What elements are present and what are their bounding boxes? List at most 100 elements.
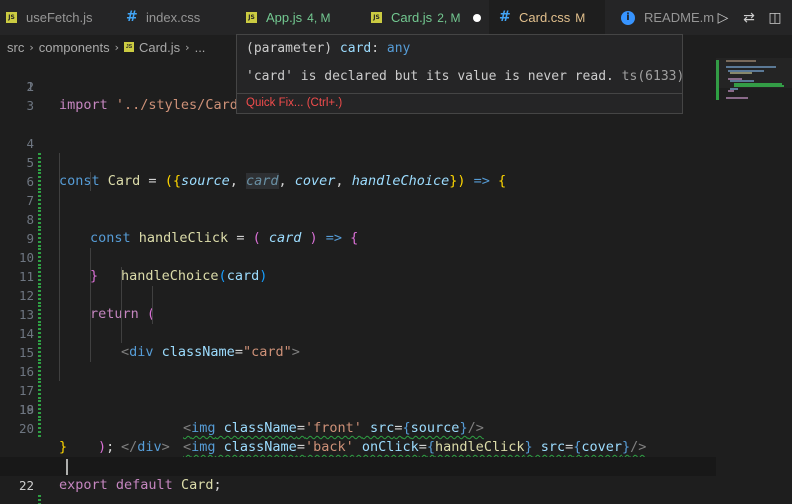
- tab-status: 4, M: [307, 10, 331, 25]
- tab-label: Card.js: [391, 10, 433, 25]
- tab-usefetch[interactable]: JS useFetch.js: [6, 0, 92, 35]
- indent-guide: [59, 153, 60, 172]
- info-icon: i: [621, 10, 635, 25]
- tab-app-js[interactable]: JS App.js 4, M: [246, 0, 330, 35]
- code-editor[interactable]: 1 import '../styles/Card. 2 3 4 const Ca…: [0, 58, 716, 504]
- current-line[interactable]: 22: [0, 457, 716, 504]
- indent-guide: [90, 172, 91, 191]
- editor-tab-bar: JS useFetch.js # index.css JS App.js 4, …: [0, 0, 792, 35]
- breadcrumb-components[interactable]: components: [39, 40, 110, 55]
- breadcrumb-src[interactable]: src: [7, 40, 24, 55]
- split-editor-icon[interactable]: ◫: [762, 10, 788, 26]
- minimap-line: [726, 97, 748, 99]
- keyword: export: [59, 477, 108, 493]
- code-line: 8 }: [0, 191, 716, 284]
- indent-guide: [121, 286, 122, 305]
- code-line: 9: [0, 210, 716, 267]
- diagnostic-code[interactable]: ts(6133): [614, 69, 685, 84]
- indent-guide: [121, 324, 122, 343]
- code-line: 10 return (: [0, 229, 716, 322]
- chevron-right-icon: ›: [114, 40, 119, 54]
- semicolon: ;: [213, 477, 222, 493]
- indent-guide: [90, 248, 91, 267]
- hover-symbol: card: [339, 41, 372, 56]
- tab-label: README.m: [644, 10, 715, 25]
- editor-actions: ▷ ⇄ ◫: [710, 0, 788, 35]
- line-number: 20: [18, 421, 34, 436]
- indent-guide: [152, 286, 153, 305]
- javascript-file-icon: JS: [371, 12, 382, 23]
- scrollbar-thumb[interactable]: [716, 58, 792, 88]
- code-line: 11 <div className="card">: [0, 248, 716, 360]
- javascript-file-icon: JS: [246, 12, 257, 23]
- indent-guide: [59, 324, 60, 343]
- diagnostic-message: 'card' is declared but its value is neve…: [246, 69, 614, 84]
- tab-card-js[interactable]: JS Card.js 2, M: [371, 0, 481, 35]
- quick-fix-link[interactable]: Quick Fix... (Ctrl+.): [246, 97, 342, 109]
- code-line: 7 handleChoice(card): [0, 172, 716, 284]
- tab-card-css[interactable]: # Card.css M: [489, 0, 605, 35]
- indent-guide: [59, 362, 60, 381]
- hover-divider: [237, 93, 682, 94]
- indent-guide: [121, 267, 122, 286]
- minimap[interactable]: [716, 58, 792, 504]
- breadcrumb-symbol[interactable]: ...: [195, 40, 206, 55]
- identifier: Card: [172, 477, 214, 493]
- hover-kind: (parameter): [246, 41, 340, 56]
- minimap-line: [728, 90, 734, 92]
- css-file-icon: #: [126, 9, 138, 25]
- code-line: 4 const Card = ({source, card, cover, ha…: [0, 115, 716, 189]
- hover-colon: :: [371, 41, 387, 56]
- code-line: 12: [0, 267, 716, 324]
- indent-guide: [59, 210, 60, 229]
- chevron-right-icon: ›: [185, 40, 190, 54]
- indent-guide: [90, 286, 91, 305]
- tab-status: 2, M: [437, 10, 461, 25]
- compare-changes-icon[interactable]: ⇄: [736, 10, 762, 26]
- hover-diagnostic: 'card' is declared but its value is neve…: [246, 69, 684, 84]
- line-number: 22: [18, 478, 34, 493]
- code-line: 19: [0, 400, 716, 419]
- code-line: 18 }: [0, 381, 716, 455]
- tab-label: index.css: [146, 10, 201, 25]
- indent-guide: [59, 305, 60, 324]
- hover-tooltip: (parameter) card: any 'card' is declared…: [236, 34, 684, 114]
- breadcrumb: src › components › JS Card.js › ...: [0, 36, 205, 58]
- run-icon[interactable]: ▷: [710, 10, 736, 26]
- indent-guide: [121, 305, 122, 324]
- tab-label: useFetch.js: [26, 10, 93, 25]
- indent-guide: [90, 343, 91, 362]
- indent-guide: [59, 229, 60, 248]
- indent-guide: [59, 248, 60, 267]
- indent-guide: [59, 172, 60, 191]
- text-cursor: [66, 459, 68, 475]
- indent-guide: [59, 267, 60, 286]
- line-number: 2: [26, 79, 34, 94]
- indent-guide: [90, 324, 91, 343]
- breadcrumb-card-js[interactable]: Card.js: [139, 40, 180, 55]
- tab-status: M: [575, 10, 586, 25]
- line-number: 3: [26, 98, 34, 113]
- code-line: 13 <img className='front' src={source}/>: [0, 286, 716, 436]
- indent-guide: [90, 267, 91, 286]
- tab-label: App.js: [266, 10, 303, 25]
- indent-guide: [59, 191, 60, 210]
- hover-type: any: [386, 41, 411, 56]
- code-line: 5: [0, 134, 716, 191]
- tab-label: Card.css: [519, 10, 571, 25]
- gutter-modified-marker[interactable]: [38, 495, 41, 504]
- code-line: 6 const handleClick = ( card ) => {: [0, 153, 716, 246]
- code-line: 21 export default Card;: [0, 438, 716, 493]
- code-line: 17 );: [0, 362, 716, 455]
- line-number: 19: [18, 402, 34, 417]
- indent-guide: [59, 286, 60, 305]
- indent-guide: [90, 305, 91, 324]
- unsaved-dot-icon[interactable]: [472, 13, 481, 22]
- tab-readme[interactable]: i README.m: [621, 0, 714, 35]
- code-line: 20: [0, 419, 716, 438]
- indent-guide: [59, 343, 60, 362]
- code-line: 14 <img className='back' onClick={handle…: [0, 305, 716, 455]
- code-line: 16 </div>: [0, 343, 716, 455]
- tab-index-css[interactable]: # index.css: [126, 0, 200, 35]
- hover-signature: (parameter) card: any: [246, 41, 410, 56]
